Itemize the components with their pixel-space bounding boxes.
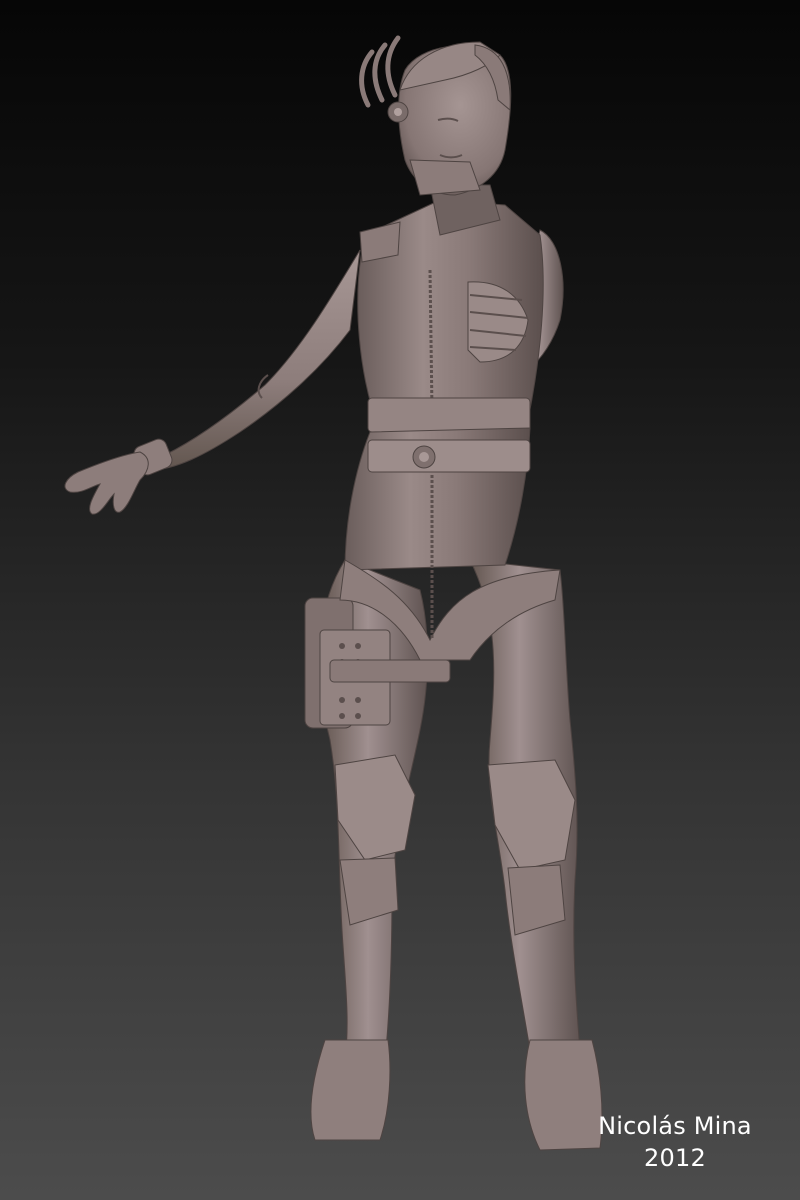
artist-signature: Nicolás Mina 2012 xyxy=(570,1110,780,1174)
signature-name: Nicolás Mina xyxy=(598,1112,752,1140)
clay-figure-render xyxy=(64,35,603,1151)
head xyxy=(359,35,512,196)
left-arm xyxy=(64,249,361,515)
right-leg xyxy=(469,559,603,1151)
torso xyxy=(339,199,561,661)
signature-year: 2012 xyxy=(644,1144,706,1172)
